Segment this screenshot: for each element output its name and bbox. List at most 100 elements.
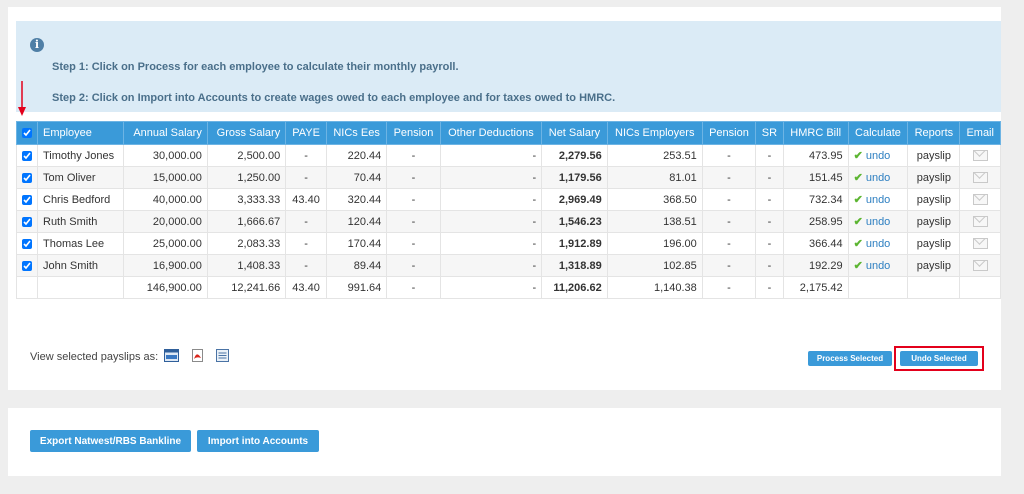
email-cell xyxy=(959,254,1001,277)
employee-name-link[interactable]: Timothy Jones xyxy=(36,144,125,167)
cell-pension: - xyxy=(386,254,441,277)
undo-link[interactable]: undo xyxy=(866,216,890,228)
header-annual-salary[interactable]: Annual Salary xyxy=(123,121,208,145)
totals-empty-cell xyxy=(847,276,909,299)
cell-gross-salary: 1,666.67 xyxy=(206,210,287,233)
payslip-link[interactable]: payslip xyxy=(907,210,961,233)
undo-link[interactable]: undo xyxy=(866,238,890,250)
cell-pension-er: - xyxy=(701,210,757,233)
payslip-link[interactable]: payslip xyxy=(907,166,961,189)
total-nics-ees: 991.64 xyxy=(325,276,388,299)
cell-paye: - xyxy=(285,166,327,189)
calculate-cell: ✔ undo xyxy=(847,210,909,233)
header-employee[interactable]: Employee xyxy=(36,121,125,145)
email-icon[interactable] xyxy=(972,194,988,206)
cell-pension: - xyxy=(386,144,441,167)
payslip-link[interactable]: payslip xyxy=(907,232,961,255)
cell-other-deductions: - xyxy=(439,144,543,167)
cell-sr: - xyxy=(755,166,784,189)
undo-link[interactable]: undo xyxy=(866,172,890,184)
undo-link[interactable]: undo xyxy=(866,194,890,206)
row-select-checkbox[interactable] xyxy=(22,150,32,161)
table-row: Chris Bedford 40,000.00 3,333.33 43.40 320.4… xyxy=(16,188,1001,211)
cell-nics-employers: 102.85 xyxy=(606,254,703,277)
employee-name-link[interactable]: John Smith xyxy=(36,254,125,277)
header-net-salary[interactable]: Net Salary xyxy=(541,121,608,145)
cell-pension-er: - xyxy=(701,166,757,189)
payslip-link[interactable]: payslip xyxy=(907,144,961,167)
email-cell xyxy=(959,232,1001,255)
calculate-cell: ✔ undo xyxy=(847,188,909,211)
row-select-cell xyxy=(16,232,38,255)
html-icon[interactable] xyxy=(164,349,179,362)
cell-pension-er: - xyxy=(701,188,757,211)
header-nics-ees[interactable]: NICs Ees xyxy=(325,121,388,145)
cell-other-deductions: - xyxy=(439,210,543,233)
payslip-link[interactable]: payslip xyxy=(907,188,961,211)
cell-gross-salary: 1,250.00 xyxy=(206,166,287,189)
table-header-row: Employee Annual Salary Gross Salary PAYE… xyxy=(16,121,1001,145)
cell-sr: - xyxy=(755,210,784,233)
cell-annual-salary: 20,000.00 xyxy=(123,210,208,233)
row-select-checkbox[interactable] xyxy=(22,260,32,271)
cell-hmrc-bill: 732.34 xyxy=(782,188,849,211)
header-sr[interactable]: SR xyxy=(755,121,784,145)
cell-annual-salary: 16,900.00 xyxy=(123,254,208,277)
email-cell xyxy=(959,210,1001,233)
cell-net-salary: 2,279.56 xyxy=(541,144,608,167)
undo-link[interactable]: undo xyxy=(866,260,890,272)
row-select-checkbox[interactable] xyxy=(22,172,32,183)
email-icon[interactable] xyxy=(972,238,988,250)
cell-nics-employers: 253.51 xyxy=(606,144,703,167)
calculate-cell: ✔ undo xyxy=(847,144,909,167)
row-select-checkbox[interactable] xyxy=(22,238,32,249)
import-accounts-button[interactable]: Import into Accounts xyxy=(197,430,319,452)
process-selected-button[interactable]: Process Selected xyxy=(808,351,892,366)
actions-panel: Export Natwest/RBS Bankline Import into … xyxy=(8,408,1001,476)
cell-pension: - xyxy=(386,166,441,189)
check-icon: ✔ xyxy=(853,238,863,250)
step2-text: Step 2: Click on Import into Accounts to… xyxy=(52,92,616,104)
email-icon[interactable] xyxy=(972,172,988,184)
row-select-checkbox[interactable] xyxy=(22,194,32,205)
email-icon[interactable] xyxy=(972,150,988,162)
payslip-link[interactable]: payslip xyxy=(907,254,961,277)
cell-nics-employers: 81.01 xyxy=(606,166,703,189)
total-paye: 43.40 xyxy=(285,276,327,299)
header-hmrc-bill[interactable]: HMRC Bill xyxy=(782,121,849,145)
email-cell xyxy=(959,188,1001,211)
cell-nics-ees: 70.44 xyxy=(325,166,388,189)
total-pension-er: - xyxy=(701,276,757,299)
header-nics-employers[interactable]: NICs Employers xyxy=(606,121,703,145)
header-other-deductions[interactable]: Other Deductions xyxy=(439,121,543,145)
cell-gross-salary: 3,333.33 xyxy=(206,188,287,211)
header-gross-salary[interactable]: Gross Salary xyxy=(206,121,287,145)
view-payslips-label: View selected payslips as: xyxy=(30,351,159,363)
employee-name-link[interactable]: Chris Bedford xyxy=(36,188,125,211)
total-hmrc-bill: 2,175.42 xyxy=(782,276,849,299)
employee-name-link[interactable]: Tom Oliver xyxy=(36,166,125,189)
total-annual-salary: 146,900.00 xyxy=(123,276,208,299)
table-row: Timothy Jones 30,000.00 2,500.00-220.44- -2… xyxy=(16,144,1001,167)
info-icon: i xyxy=(30,38,44,52)
email-cell xyxy=(959,166,1001,189)
cell-paye: - xyxy=(285,210,327,233)
row-select-checkbox[interactable] xyxy=(22,216,32,227)
email-icon[interactable] xyxy=(972,260,988,272)
cell-pension-er: - xyxy=(701,254,757,277)
cell-other-deductions: - xyxy=(439,254,543,277)
undo-link[interactable]: undo xyxy=(866,150,890,162)
cell-hmrc-bill: 192.29 xyxy=(782,254,849,277)
select-all-checkbox[interactable] xyxy=(22,128,32,139)
document-icon[interactable] xyxy=(215,349,230,362)
email-icon[interactable] xyxy=(972,216,988,228)
header-pension[interactable]: Pension xyxy=(386,121,441,145)
employee-name-link[interactable]: Thomas Lee xyxy=(36,232,125,255)
employee-name-link[interactable]: Ruth Smith xyxy=(36,210,125,233)
header-pension-employer[interactable]: Pension xyxy=(701,121,757,145)
cell-nics-ees: 89.44 xyxy=(325,254,388,277)
pdf-icon[interactable] xyxy=(190,349,205,362)
header-paye[interactable]: PAYE xyxy=(285,121,327,145)
export-bankline-button[interactable]: Export Natwest/RBS Bankline xyxy=(30,430,191,452)
cell-other-deductions: - xyxy=(439,166,543,189)
